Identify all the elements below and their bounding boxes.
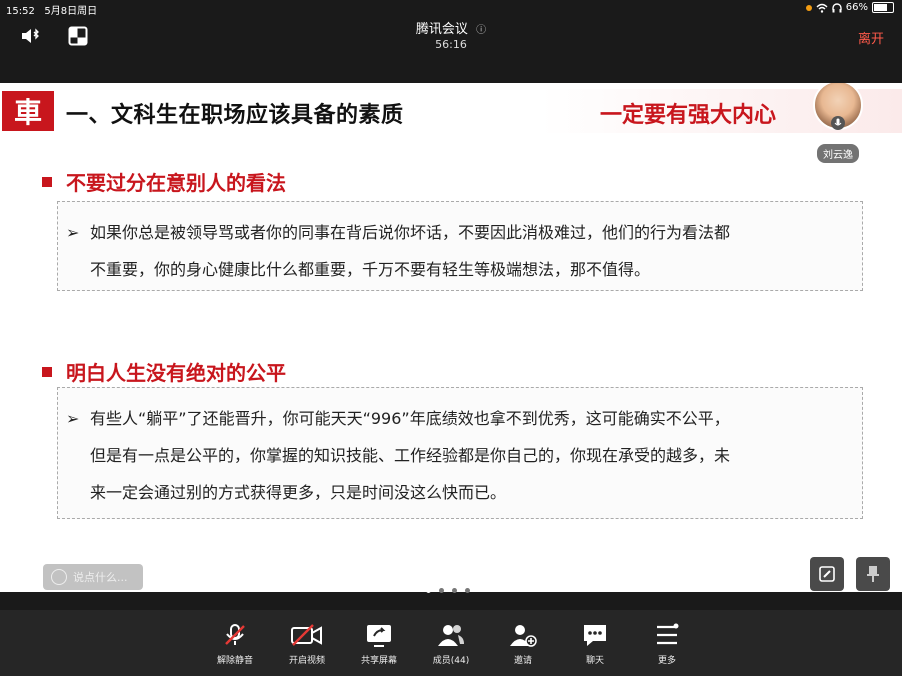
chat-placeholder: 说点什么...	[73, 571, 128, 584]
battery-icon	[872, 2, 894, 13]
toolbar-label: 聊天	[585, 656, 604, 666]
page-dot[interactable]	[465, 588, 470, 593]
invite-icon	[510, 625, 537, 647]
mic-muted-icon	[225, 624, 245, 645]
toolbar-label: 更多	[657, 656, 676, 666]
meeting-title[interactable]: 腾讯会议 ⓘ	[0, 18, 902, 37]
section-heading-2: 明白人生没有绝对的公平	[42, 357, 286, 386]
start-video-button[interactable]: 开启视频	[277, 622, 337, 666]
body-line: 有些人“躺平”了还能晋升，你可能天天“996”年底绩效也拿不到优秀，这可能确实不…	[90, 409, 730, 428]
status-bar: 15:52 5月8日周日 66%	[0, 0, 902, 17]
battery-percent: 66%	[845, 2, 868, 13]
page-dot[interactable]	[439, 588, 444, 593]
pen-edit-icon	[819, 566, 835, 582]
more-icon	[657, 623, 679, 645]
members-button[interactable]: 成员(44)	[421, 622, 481, 666]
annotate-button[interactable]	[810, 557, 844, 591]
share-screen-icon	[367, 625, 391, 647]
toolbar-label: 共享屏幕	[360, 656, 397, 666]
page-dot[interactable]	[426, 588, 431, 593]
slide-title: 一、文科生在职场应该具备的素质	[66, 103, 404, 128]
invite-button[interactable]: 邀请	[493, 622, 553, 666]
meeting-title-text: 腾讯会议	[415, 22, 468, 37]
toolbar-label: 解除静音	[216, 656, 253, 666]
arrow-bullet-icon: ➢	[66, 409, 80, 428]
toolbar-label: 成员(44)	[432, 656, 470, 666]
body-line: 如果你总是被领导骂或者你的同事在背后说你坏话，不要因此消极难过，他们的行为看法都	[90, 223, 731, 242]
section-heading-text: 不要过分在意别人的看法	[66, 171, 286, 195]
more-button[interactable]: 更多	[637, 622, 697, 666]
page-dot[interactable]	[452, 588, 457, 593]
status-right: 66%	[805, 2, 894, 13]
toolbar-label: 邀请	[513, 656, 532, 666]
toolbar-label: 开启视频	[288, 656, 325, 666]
section-heading-1: 不要过分在意别人的看法	[42, 167, 286, 196]
headphones-icon	[832, 2, 842, 12]
chat-button[interactable]: 聊天	[565, 622, 625, 666]
mic-icon	[831, 116, 845, 130]
slide-slogan: 一定要有强大内心	[600, 103, 777, 128]
body-line: 来一定会通过别的方式获得更多，只是时间没这么快而已。	[90, 483, 507, 502]
slide-logo: 車	[2, 91, 54, 131]
participant-video-tile[interactable]	[813, 83, 863, 130]
body-line: 但是有一点是公平的，你掌握的知识技能、工作经验都是你自己的，你现在承受的越多，未	[90, 446, 731, 465]
shared-slide: 車 一、文科生在职场应该具备的素质 一定要有强大内心 刘云逸 不要过分在意别人的…	[0, 83, 902, 592]
participant-name-tag: 刘云逸	[817, 144, 859, 163]
info-icon[interactable]: ⓘ	[476, 25, 486, 36]
leave-button[interactable]: 离开	[858, 28, 884, 47]
meeting-timer: 56:16	[435, 38, 467, 51]
wifi-icon	[816, 3, 828, 13]
body-line: 不重要，你的身心健康比什么都重要，千万不要有轻生等极端想法，那不值得。	[90, 260, 651, 279]
section-heading-text: 明白人生没有绝对的公平	[66, 361, 286, 385]
camera-off-icon	[291, 624, 322, 646]
page-indicator[interactable]	[426, 588, 470, 593]
share-screen-button[interactable]: 共享屏幕	[349, 622, 409, 666]
emoji-icon[interactable]	[51, 569, 67, 585]
members-icon	[438, 625, 464, 646]
square-bullet-icon	[42, 366, 52, 377]
meeting-toolbar: 解除静音 开启视频 共享屏幕 成员(44) 邀请 聊天 更多	[0, 610, 902, 676]
chat-icon	[584, 625, 606, 646]
section-box-2: ➢ 有些人“躺平”了还能晋升，你可能天天“996”年底绩效也拿不到优秀，这可能确…	[57, 387, 863, 519]
status-left: 15:52 5月8日周日	[6, 2, 97, 17]
section-box-1: ➢ 如果你总是被领导骂或者你的同事在背后说你坏话，不要因此消极难过，他们的行为看…	[57, 201, 863, 291]
section-body-1: 如果你总是被领导骂或者你的同事在背后说你坏话，不要因此消极难过，他们的行为看法都…	[90, 214, 862, 288]
square-bullet-icon	[42, 176, 52, 187]
pin-icon	[867, 566, 879, 582]
mic-in-use-indicator-icon	[805, 4, 812, 11]
unmute-button[interactable]: 解除静音	[205, 622, 265, 666]
meeting-top-bar: 腾讯会议 ⓘ 56:16 离开	[0, 16, 902, 56]
chat-input[interactable]: 说点什么...	[43, 564, 143, 590]
arrow-bullet-icon: ➢	[66, 223, 80, 242]
section-body-2: 有些人“躺平”了还能晋升，你可能天天“996”年底绩效也拿不到优秀，这可能确实不…	[90, 400, 862, 511]
pin-button[interactable]	[856, 557, 890, 591]
